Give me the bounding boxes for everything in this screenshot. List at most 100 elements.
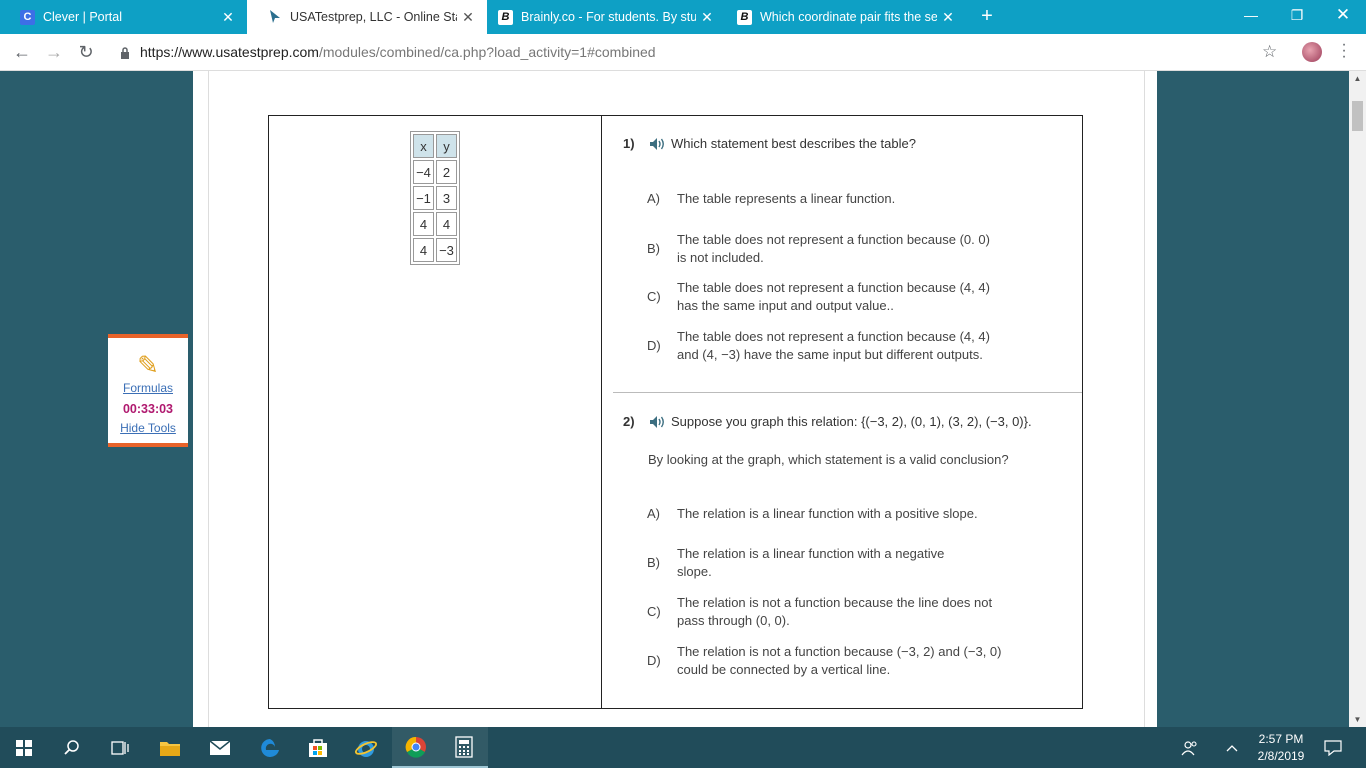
speaker-icon[interactable] xyxy=(649,415,667,429)
windows-logo-icon xyxy=(16,739,32,756)
choice-text: The table does not represent a function … xyxy=(677,280,990,313)
new-tab-button[interactable]: + xyxy=(976,5,998,27)
table-row: 4 4 xyxy=(413,212,457,236)
clock-time: 2:57 PM xyxy=(1258,732,1304,746)
reload-button[interactable]: ↻ xyxy=(74,40,98,64)
answer-choice-c[interactable]: C) The table does not represent a functi… xyxy=(647,279,1007,315)
speaker-icon[interactable] xyxy=(649,137,667,151)
tab-title: Brainly.co - For students. By stud xyxy=(521,10,696,24)
scroll-up-icon[interactable]: ▲ xyxy=(1349,74,1366,83)
tab-title: Which coordinate pair fits the se xyxy=(760,10,937,24)
choice-text: The table does not represent a function … xyxy=(677,329,990,362)
forward-button[interactable]: → xyxy=(42,40,66,64)
windows-taskbar: 2:57 PM 2/8/2019 xyxy=(0,727,1366,768)
question-prompt: Which statement best describes the table… xyxy=(671,136,916,151)
clock-date: 2/8/2019 xyxy=(1257,749,1305,763)
close-tab-icon[interactable]: ✕ xyxy=(937,9,959,26)
question-number: 1) xyxy=(623,136,635,151)
table-cell: −3 xyxy=(436,238,457,262)
clock[interactable]: 2:57 PM 2/8/2019 xyxy=(1250,731,1312,765)
choice-text: The table does not represent a function … xyxy=(677,232,990,265)
people-button[interactable] xyxy=(1170,727,1210,768)
choice-letter: B) xyxy=(647,241,660,256)
profile-avatar[interactable] xyxy=(1302,42,1322,62)
menu-dots-icon[interactable]: · · · xyxy=(1338,37,1350,65)
chevron-up-icon xyxy=(1226,744,1238,751)
question-2-header: 2) Suppose you graph this relation: {(−3… xyxy=(623,414,1032,429)
brainly-favicon-icon: B xyxy=(737,9,752,25)
choice-text: The table represents a linear function. xyxy=(677,191,896,206)
address-bar[interactable]: https://www.usatestprep.com/modules/comb… xyxy=(110,38,1290,66)
start-button[interactable] xyxy=(0,727,48,768)
answer-choice-b[interactable]: B) The table does not represent a functi… xyxy=(647,231,1007,267)
tab-clever[interactable]: C Clever | Portal ✕ xyxy=(0,0,247,34)
choice-text: The relation is not a function because t… xyxy=(677,595,993,628)
answer-choice-d[interactable]: D) The relation is not a function becaus… xyxy=(647,643,1007,679)
tray-expand-button[interactable] xyxy=(1212,727,1252,768)
brainly-favicon-icon: B xyxy=(498,9,513,25)
bookmark-star-icon[interactable]: ☆ xyxy=(1262,42,1277,62)
choice-letter: B) xyxy=(647,555,660,570)
mail-icon xyxy=(209,739,231,755)
close-tab-icon[interactable]: ✕ xyxy=(696,9,718,26)
restore-button[interactable]: ❐ xyxy=(1274,0,1320,30)
search-icon xyxy=(64,739,79,755)
url-host: https://www.usatestprep.com xyxy=(140,44,319,60)
calculator-button[interactable] xyxy=(440,727,488,768)
table-cell: 3 xyxy=(436,186,457,210)
ie-button[interactable] xyxy=(342,727,390,768)
scroll-down-icon[interactable]: ▼ xyxy=(1349,715,1366,724)
file-explorer-button[interactable] xyxy=(146,727,194,768)
table-header: y xyxy=(436,134,457,158)
lock-icon xyxy=(120,46,130,59)
chrome-button[interactable] xyxy=(392,727,440,768)
scroll-thumb[interactable] xyxy=(1352,101,1363,131)
mail-button[interactable] xyxy=(196,727,244,768)
question-prompt: Suppose you graph this relation: {(−3, 2… xyxy=(671,414,1032,429)
question-frame: x y −4 2 −1 3 4 4 4 −3 1) Which statemen… xyxy=(268,115,1083,709)
choice-letter: D) xyxy=(647,653,661,668)
vertical-scrollbar[interactable]: ▲ ▼ xyxy=(1349,71,1366,727)
search-button[interactable] xyxy=(48,727,96,768)
table-row: 4 −3 xyxy=(413,238,457,262)
divider xyxy=(1144,71,1145,727)
tab-strip: C Clever | Portal ✕ USATestprep, LLC - O… xyxy=(0,0,1366,34)
questions-pane: 1) Which statement best describes the ta… xyxy=(603,116,1082,708)
hide-tools-link[interactable]: Hide Tools xyxy=(108,421,188,435)
answer-choice-a[interactable]: A) The relation is a linear function wit… xyxy=(647,505,1007,523)
browser-toolbar: ← → ↻ https://www.usatestprep.com/module… xyxy=(0,34,1366,71)
tab-brainly-question[interactable]: B Which coordinate pair fits the se ✕ xyxy=(717,0,967,34)
formulas-link[interactable]: Formulas xyxy=(108,381,188,395)
table-header: x xyxy=(413,134,434,158)
store-button[interactable] xyxy=(294,727,342,768)
tab-title: Clever | Portal xyxy=(43,10,122,24)
close-tab-icon[interactable]: ✕ xyxy=(217,9,239,26)
answer-choice-c[interactable]: C) The relation is not a function becaus… xyxy=(647,594,1007,630)
question-1-header: 1) Which statement best describes the ta… xyxy=(623,136,916,151)
answer-choice-a[interactable]: A) The table represents a linear functio… xyxy=(647,190,1007,208)
stimulus-pane: x y −4 2 −1 3 4 4 4 −3 xyxy=(269,116,602,708)
close-window-button[interactable]: ✕ xyxy=(1320,0,1366,30)
choice-letter: D) xyxy=(647,338,661,353)
url-path: /modules/combined/ca.php?load_activity=1… xyxy=(318,44,656,60)
answer-choice-d[interactable]: D) The table does not represent a functi… xyxy=(647,328,1007,364)
chrome-icon xyxy=(405,736,426,758)
tab-brainly[interactable]: B Brainly.co - For students. By stud ✕ xyxy=(478,0,726,34)
cursor-favicon-icon xyxy=(267,10,282,25)
question-subprompt: By looking at the graph, which statement… xyxy=(648,452,1009,467)
action-center-button[interactable] xyxy=(1312,727,1354,768)
edge-button[interactable] xyxy=(246,727,294,768)
answer-choice-b[interactable]: B) The relation is a linear function wit… xyxy=(647,545,1007,581)
calculator-icon xyxy=(455,735,473,758)
choice-text: The relation is a linear function with a… xyxy=(677,506,978,521)
task-view-button[interactable] xyxy=(96,727,144,768)
close-tab-icon[interactable]: ✕ xyxy=(457,9,479,26)
minimize-button[interactable]: — xyxy=(1228,0,1274,30)
pencil-icon: ✎ xyxy=(137,350,159,380)
choice-letter: A) xyxy=(647,191,660,206)
back-button[interactable]: ← xyxy=(10,40,34,64)
page-viewport: x y −4 2 −1 3 4 4 4 −3 1) Which statemen… xyxy=(0,71,1349,727)
people-icon xyxy=(1181,740,1197,755)
question-divider xyxy=(613,392,1082,393)
tab-usatestprep[interactable]: USATestprep, LLC - Online State- ✕ xyxy=(247,0,487,34)
